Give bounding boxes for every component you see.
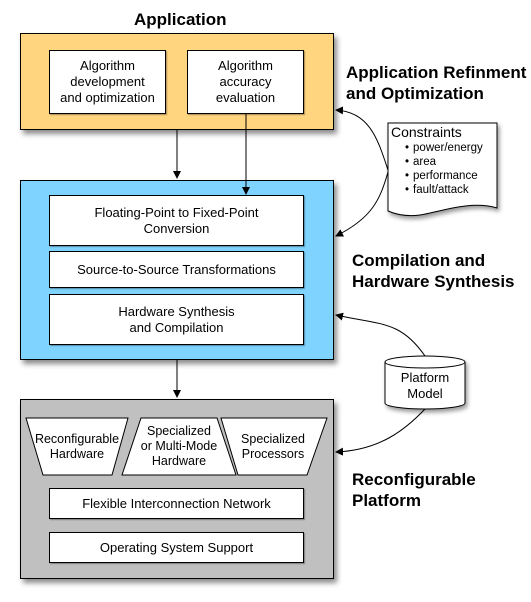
interconnection-network-box: Flexible Interconnection Network [49,488,304,519]
refinement-label: Application Refinment and Optimization [346,63,527,103]
constraints-note: Constraints power/energy area performanc… [391,124,497,197]
specialized-hardware-label: Specialized or Multi-Mode Hardware [140,424,218,468]
constraint-item: performance [413,169,497,183]
constraints-list: power/energy area performance fault/atta… [391,141,497,197]
os-support-box: Operating System Support [49,532,304,563]
arrow-constraints-to-application [335,106,389,171]
compilation-label: Compilation and Hardware Synthesis [352,251,515,291]
platform-model-label: Platform Model [400,370,450,401]
arrow-model-to-platform [335,408,426,456]
algorithm-accuracy-box: Algorithm accuracy evaluation [187,50,304,114]
float-to-fixed-box: Floating-Point to Fixed-Point Conversion [49,195,304,246]
specialized-processors-label: Specialized Processors [241,431,305,461]
constraint-item: fault/attack [413,183,497,197]
platform-label: Reconfigurable Platform [352,470,476,510]
arrow-model-to-compilation [335,312,426,357]
constraint-item: area [413,155,497,169]
hardware-synthesis-box: Hardware Synthesis and Compilation [49,294,304,345]
arrow-constraints-to-compilation [335,171,389,237]
application-title: Application [134,10,227,29]
algorithm-development-box: Algorithm development and optimization [49,50,166,114]
source-to-source-box: Source-to-Source Transformations [49,251,304,288]
reconfigurable-hardware-label: Reconfigurable Hardware [34,431,120,461]
constraint-item: power/energy [413,141,497,155]
constraints-title: Constraints [391,124,462,140]
